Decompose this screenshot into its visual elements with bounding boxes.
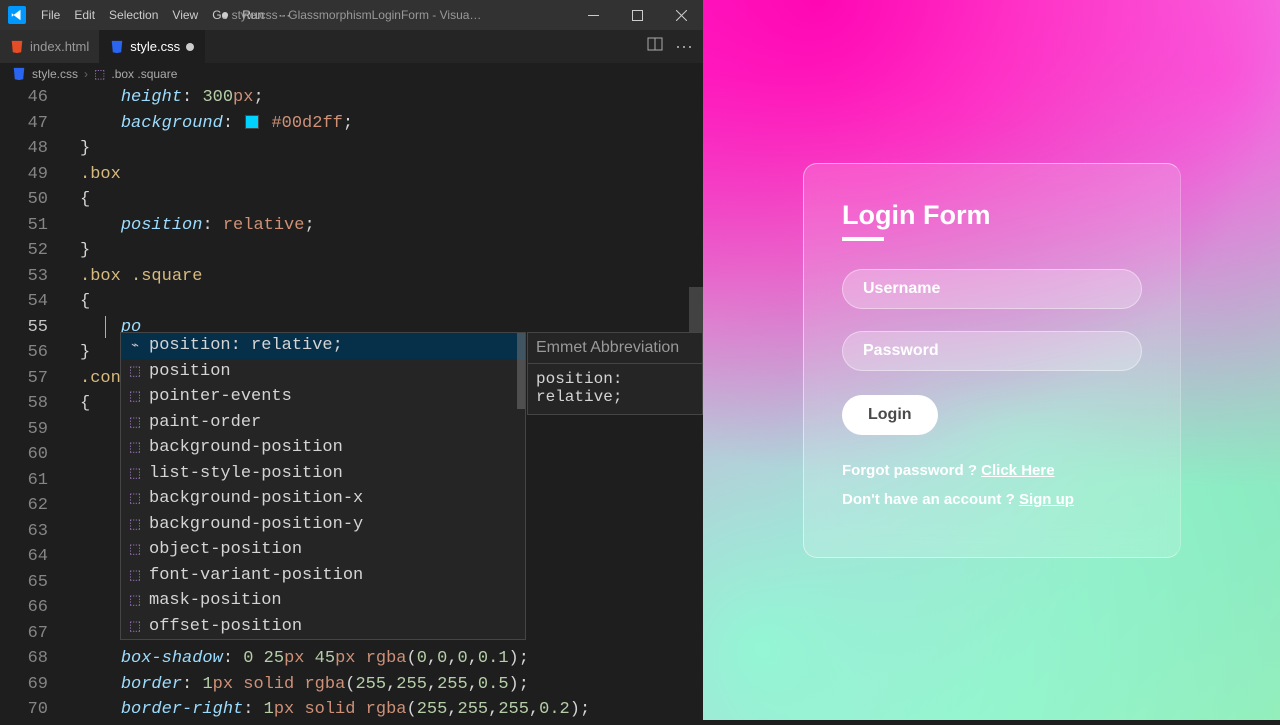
property-icon: ⬚ (127, 389, 143, 405)
property-icon: ⬚ (127, 618, 143, 634)
chevron-right-icon: › (84, 67, 88, 81)
suggest-item[interactable]: ⬚font-variant-position (121, 563, 525, 589)
tab-label: index.html (30, 39, 89, 54)
maximize-button[interactable] (615, 0, 659, 30)
suggest-scrollbar[interactable] (517, 333, 525, 409)
signup-text: Don't have an account ? (842, 491, 1019, 508)
tab-indexhtml[interactable]: index.html (0, 30, 100, 63)
suggest-item[interactable]: ⬚pointer-events (121, 384, 525, 410)
forgot-link[interactable]: Click Here (981, 462, 1054, 479)
suggest-item[interactable]: ⬚mask-position (121, 588, 525, 614)
login-button[interactable]: Login (842, 395, 938, 435)
abbreviation-icon: ⌁ (127, 338, 143, 354)
suggest-item[interactable]: ⬚offset-position (121, 614, 525, 640)
suggest-item[interactable]: ⬚position (121, 359, 525, 385)
suggest-item[interactable]: ⌁position: relative; (121, 333, 525, 359)
signup-link[interactable]: Sign up (1019, 491, 1074, 508)
suggest-item[interactable]: ⬚background-position-x (121, 486, 525, 512)
login-links: Forgot password ? Click Here Don't have … (842, 457, 1142, 514)
close-button[interactable] (659, 0, 703, 30)
suggest-item[interactable]: ⬚paint-order (121, 410, 525, 436)
property-icon: ⬚ (127, 440, 143, 456)
css-file-icon (12, 67, 26, 81)
breadcrumb[interactable]: style.css › ⬚ .box .square (0, 63, 703, 85)
suggest-item[interactable]: ⬚object-position (121, 537, 525, 563)
modified-dot-icon (222, 12, 228, 18)
property-icon: ⬚ (127, 414, 143, 430)
split-editor-icon[interactable] (647, 36, 663, 57)
intellisense-detail: Emmet Abbreviation position: relative; (527, 332, 703, 415)
intellisense-popup[interactable]: ⌁position: relative;⬚position⬚pointer-ev… (120, 332, 526, 640)
css-file-icon (110, 40, 124, 54)
editor-tabs: index.html style.css ··· (0, 30, 703, 63)
property-icon: ⬚ (127, 516, 143, 532)
window-title-text: style.css - GlassmorphismLoginForm - Vis… (232, 8, 482, 22)
suggest-detail-title: Emmet Abbreviation (528, 333, 702, 363)
suggest-detail-body: position: relative; (528, 363, 702, 410)
property-icon: ⬚ (127, 465, 143, 481)
tab-label: style.css (130, 39, 180, 54)
breadcrumb-file[interactable]: style.css (32, 67, 78, 81)
menu-file[interactable]: File (34, 0, 67, 30)
login-card: Login Form Login Forgot password ? Click… (803, 163, 1181, 558)
property-icon: ⬚ (127, 363, 143, 379)
login-title: Login Form (842, 200, 1142, 241)
line-gutter: 4647484950515253545556575859606162636465… (0, 85, 60, 723)
username-input[interactable] (842, 269, 1142, 309)
browser-preview: Login Form Login Forgot password ? Click… (703, 0, 1280, 720)
property-icon: ⬚ (127, 567, 143, 583)
window-controls (571, 0, 703, 30)
window-title: style.css - GlassmorphismLoginForm - Vis… (222, 8, 482, 22)
suggest-item[interactable]: ⬚list-style-position (121, 461, 525, 487)
menu-selection[interactable]: Selection (102, 0, 165, 30)
tab-stylecss[interactable]: style.css (100, 30, 205, 63)
breadcrumb-selector[interactable]: .box .square (111, 67, 177, 81)
minimize-button[interactable] (571, 0, 615, 30)
titlebar: File Edit Selection View Go Run ··· styl… (0, 0, 703, 30)
vscode-editor: File Edit Selection View Go Run ··· styl… (0, 0, 703, 720)
more-actions-icon[interactable]: ··· (675, 36, 693, 57)
property-icon: ⬚ (127, 593, 143, 609)
css-rule-icon: ⬚ (94, 67, 105, 81)
html-file-icon (10, 40, 24, 54)
menu-edit[interactable]: Edit (67, 0, 102, 30)
menu-view[interactable]: View (165, 0, 205, 30)
suggest-item[interactable]: ⬚background-position (121, 435, 525, 461)
password-input[interactable] (842, 331, 1142, 371)
suggest-item[interactable]: ⬚background-position-y (121, 512, 525, 538)
property-icon: ⬚ (127, 491, 143, 507)
unsaved-dot-icon (186, 43, 194, 51)
forgot-text: Forgot password ? (842, 462, 981, 479)
vscode-logo-icon (8, 6, 26, 24)
property-icon: ⬚ (127, 542, 143, 558)
